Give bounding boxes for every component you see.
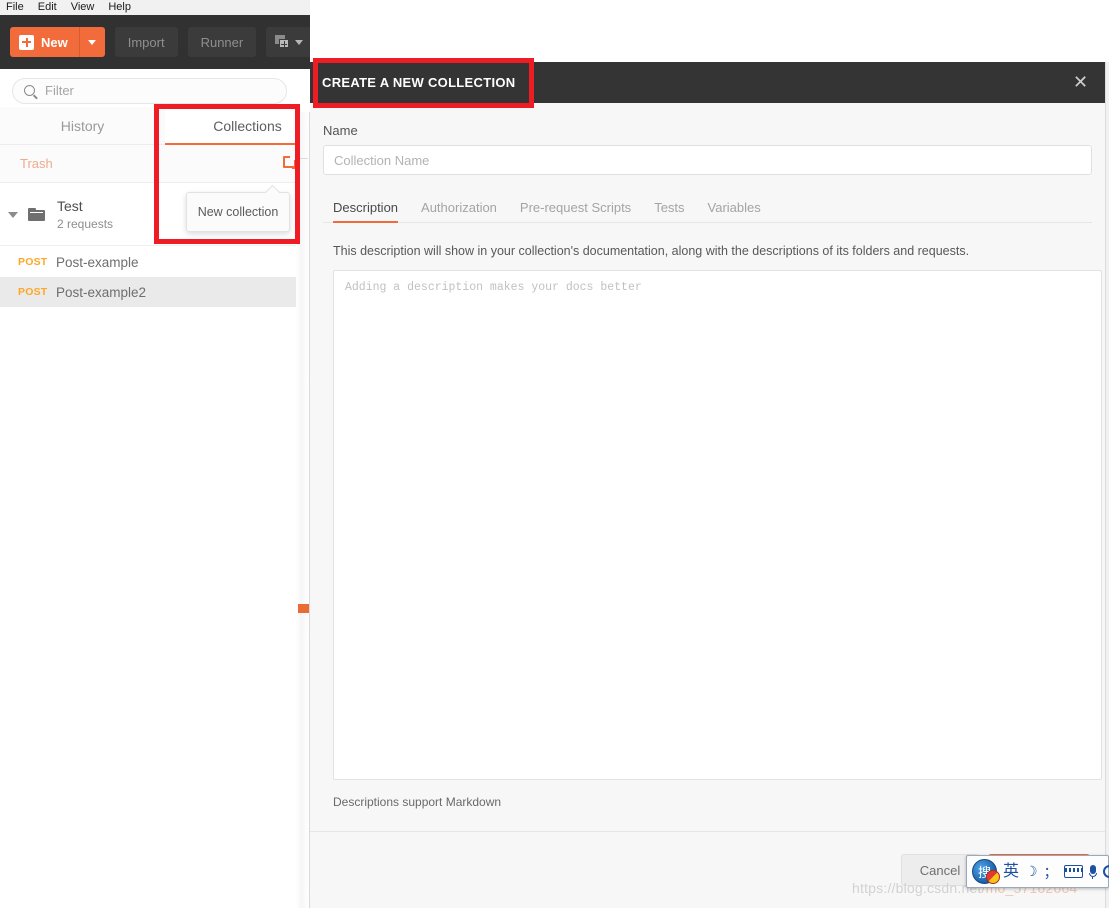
request-name: Post-example bbox=[56, 254, 139, 270]
search-input[interactable]: Filter bbox=[12, 77, 287, 104]
chevron-down-icon bbox=[88, 39, 97, 45]
description-hint: This description will show in your colle… bbox=[333, 244, 970, 258]
request-name: Post-example2 bbox=[56, 284, 147, 300]
list-item[interactable]: POST Post-example bbox=[0, 247, 330, 277]
tab-tests[interactable]: Tests bbox=[654, 200, 684, 222]
ime-toolbar[interactable]: 搜 英 ☽ ； bbox=[966, 855, 1109, 888]
tab-pre-request-scripts[interactable]: Pre-request Scripts bbox=[520, 200, 631, 222]
sidebar-scroll-marker[interactable] bbox=[298, 604, 309, 613]
menu-item-edit[interactable]: Edit bbox=[38, 0, 57, 15]
modal-title: CREATE A NEW COLLECTION bbox=[322, 75, 516, 90]
import-button[interactable]: Import bbox=[114, 27, 178, 57]
request-method: POST bbox=[18, 256, 48, 268]
menu-item-view[interactable]: View bbox=[71, 0, 95, 15]
close-icon[interactable]: ✕ bbox=[1071, 73, 1090, 92]
runner-button[interactable]: Runner bbox=[187, 27, 257, 57]
ime-punctuation-toggle[interactable]: ； bbox=[1044, 862, 1058, 882]
trash-row: Trash bbox=[0, 145, 330, 183]
new-button-dropdown[interactable] bbox=[78, 27, 105, 57]
new-window-icon bbox=[275, 35, 291, 49]
new-button[interactable]: New bbox=[10, 27, 105, 57]
modal-body: Name Description Authorization Pre-reque… bbox=[310, 103, 1105, 831]
modal-header: CREATE A NEW COLLECTION ✕ bbox=[310, 62, 1105, 103]
modal-top-fill bbox=[310, 0, 1109, 62]
plus-icon bbox=[19, 34, 34, 50]
sogou-ime-logo-icon[interactable]: 搜 bbox=[972, 859, 1000, 884]
sidebar-gutter bbox=[296, 112, 310, 908]
triangle-down-icon[interactable] bbox=[8, 211, 18, 218]
filter-bar: Filter bbox=[0, 69, 330, 112]
ime-moon-icon[interactable]: ☽ bbox=[1025, 863, 1038, 880]
keyboard-icon[interactable] bbox=[1063, 865, 1083, 878]
collection-name-input[interactable] bbox=[323, 145, 1092, 175]
modal-tabs: Description Authorization Pre-request Sc… bbox=[323, 195, 1092, 223]
new-window-button[interactable] bbox=[266, 27, 313, 57]
folder-icon bbox=[28, 208, 45, 221]
search-placeholder: Filter bbox=[45, 83, 74, 98]
request-method: POST bbox=[18, 286, 48, 298]
search-icon bbox=[24, 85, 35, 96]
markdown-hint: Descriptions support Markdown bbox=[333, 795, 502, 809]
create-collection-modal: CREATE A NEW COLLECTION ✕ Name Descripti… bbox=[310, 0, 1109, 908]
new-button-main[interactable]: New bbox=[10, 27, 79, 57]
sidebar-tabs: History Collections bbox=[0, 107, 330, 145]
tab-description[interactable]: Description bbox=[333, 200, 399, 223]
tab-variables[interactable]: Variables bbox=[708, 200, 761, 222]
list-item[interactable]: POST Post-example2 bbox=[0, 277, 330, 307]
gear-icon[interactable] bbox=[1102, 865, 1109, 878]
chevron-down-icon bbox=[295, 39, 304, 45]
menu-item-file[interactable]: File bbox=[6, 0, 24, 15]
modal-scrollbar[interactable] bbox=[1105, 62, 1109, 908]
trash-link[interactable]: Trash bbox=[20, 156, 53, 171]
collection-texts: Test 2 requests bbox=[57, 198, 113, 231]
sidebar-gutter-tick bbox=[300, 158, 308, 159]
description-textarea[interactable] bbox=[333, 270, 1102, 780]
watermark-prefix: https://blog.csdn.net bbox=[852, 880, 982, 896]
menu-item-help[interactable]: Help bbox=[108, 0, 131, 15]
tab-authorization[interactable]: Authorization bbox=[421, 200, 497, 222]
collection-request-count: 2 requests bbox=[57, 217, 114, 231]
new-collection-tooltip: New collection bbox=[186, 192, 290, 232]
new-button-label: New bbox=[41, 34, 68, 50]
screenshot-root: File Edit View Help New Import Runner Fi… bbox=[0, 0, 1109, 908]
app-toolbar: New Import Runner bbox=[0, 15, 330, 69]
postman-app-window: File Edit View Help New Import Runner Fi… bbox=[0, 0, 330, 908]
name-label: Name bbox=[323, 123, 358, 138]
collection-name: Test bbox=[57, 198, 83, 214]
sidebar-tab-history[interactable]: History bbox=[0, 107, 165, 144]
ime-mode-toggle[interactable]: 英 bbox=[1003, 863, 1019, 880]
microphone-icon[interactable] bbox=[1088, 864, 1097, 879]
menu-bar: File Edit View Help bbox=[0, 0, 330, 15]
